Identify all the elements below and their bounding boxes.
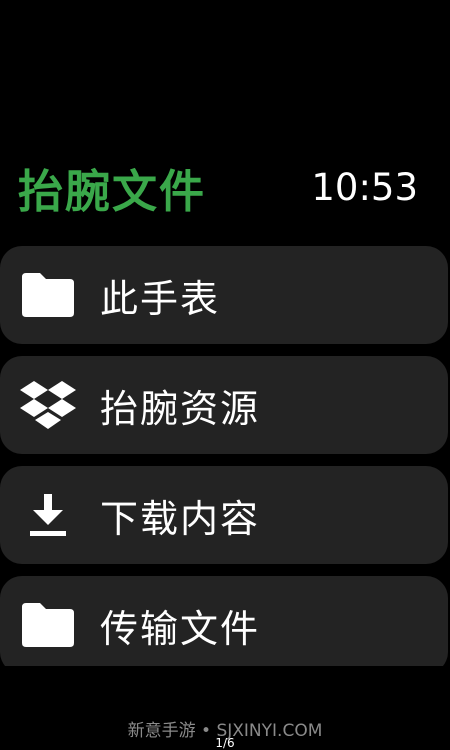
- menu-item-downloads[interactable]: 下载内容: [0, 466, 448, 564]
- watch-screen: 抬腕文件 10:53 此手表 抬腕资源 下载内容 传输文件 新意手游 • SJX…: [0, 0, 450, 750]
- page-indicator: 1/6: [215, 736, 235, 750]
- menu-item-label: 抬腕资源: [100, 386, 261, 431]
- file-menu: 此手表 抬腕资源 下载内容 传输文件: [0, 246, 450, 666]
- download-icon: [18, 485, 78, 545]
- app-title: 抬腕文件: [18, 164, 207, 218]
- clock-time: 10:53: [311, 165, 418, 209]
- header: 抬腕文件 10:53: [18, 155, 418, 219]
- folder-icon: [18, 595, 78, 655]
- menu-item-transfer[interactable]: 传输文件: [0, 576, 448, 666]
- menu-item-label: 此手表: [100, 276, 221, 321]
- menu-item-label: 传输文件: [100, 606, 261, 651]
- menu-item-label: 下载内容: [100, 496, 261, 541]
- menu-item-this-watch[interactable]: 此手表: [0, 246, 448, 344]
- menu-item-resources[interactable]: 抬腕资源: [0, 356, 448, 454]
- folder-icon: [18, 265, 78, 325]
- dropbox-icon: [18, 375, 78, 435]
